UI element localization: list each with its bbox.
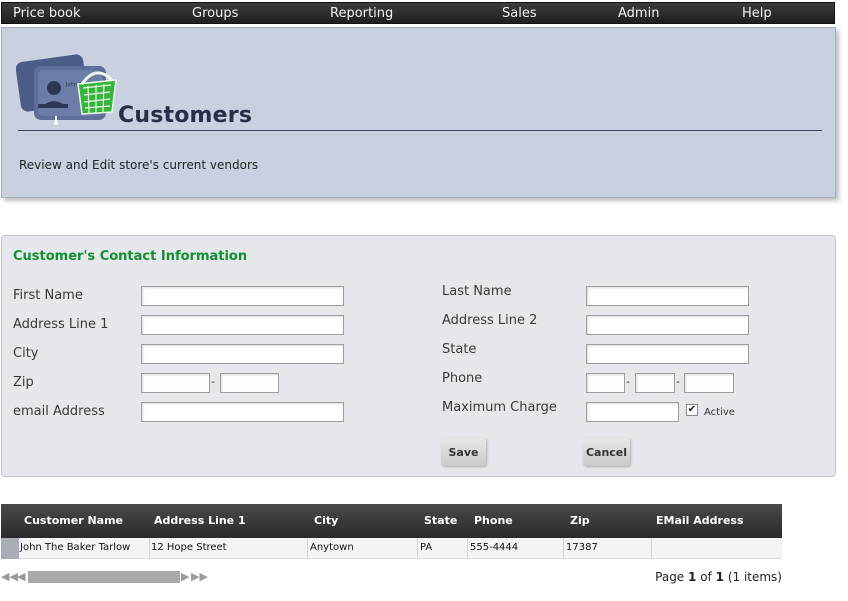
first-page-icon[interactable]: ◀◀ xyxy=(1,570,18,583)
cell-zip: 17387 xyxy=(566,542,598,553)
pager-status: Page 1 of 1 (1 items) xyxy=(655,570,782,584)
page-header-panel: John Smith Customers Review and Edit sto… xyxy=(1,27,836,198)
column-header-address-line-1[interactable]: Address Line 1 xyxy=(154,514,246,527)
next-page-icon[interactable]: ▶ xyxy=(181,570,189,583)
column-header-city[interactable]: City xyxy=(314,514,338,527)
phone-label: Phone xyxy=(442,371,483,386)
address-line-1-label: Address Line 1 xyxy=(13,317,109,332)
column-header-state[interactable]: State xyxy=(424,514,457,527)
address-line-2-field[interactable] xyxy=(586,315,749,335)
nav-item-price-book[interactable]: Price book xyxy=(13,6,81,21)
zip-label: Zip xyxy=(13,375,34,390)
address-line-2-label: Address Line 2 xyxy=(442,313,538,328)
nav-item-sales[interactable]: Sales xyxy=(502,6,537,21)
column-header-customer-name[interactable]: Customer Name xyxy=(24,514,123,527)
title-divider xyxy=(18,130,822,131)
cancel-button[interactable]: Cancel xyxy=(583,438,630,466)
phone-area-code-field[interactable] xyxy=(586,373,625,393)
phone-separator-2: - xyxy=(676,375,680,388)
table-row[interactable]: John The Baker Tarlow 12 Hope Street Any… xyxy=(1,538,782,559)
phone-prefix-field[interactable] xyxy=(635,373,675,393)
phone-line-field[interactable] xyxy=(684,373,734,393)
nav-item-reporting[interactable]: Reporting xyxy=(330,6,393,21)
cell-city: Anytown xyxy=(310,542,354,553)
page-subtitle: Review and Edit store's current vendors xyxy=(19,158,259,172)
form-heading: Customer's Contact Information xyxy=(13,249,248,264)
first-name-field[interactable] xyxy=(141,286,344,306)
cell-customer-name: John The Baker Tarlow xyxy=(20,542,131,553)
email-field[interactable] xyxy=(141,402,344,422)
save-button[interactable]: Save xyxy=(441,438,486,466)
state-field[interactable] xyxy=(586,344,749,364)
cell-address-line-1: 12 Hope Street xyxy=(151,542,227,553)
page-title: Customers xyxy=(118,103,253,128)
zip-field-part-1[interactable] xyxy=(141,373,210,393)
column-header-zip[interactable]: Zip xyxy=(570,514,590,527)
column-header-email-address[interactable]: EMail Address xyxy=(656,514,744,527)
maximum-charge-label: Maximum Charge xyxy=(442,400,557,415)
column-divider xyxy=(417,538,418,559)
active-checkbox-label: Active xyxy=(704,407,735,418)
last-name-label: Last Name xyxy=(442,284,512,299)
column-divider xyxy=(149,538,150,559)
column-header-phone[interactable]: Phone xyxy=(474,514,513,527)
address-line-1-field[interactable] xyxy=(141,315,344,335)
maximum-charge-field[interactable] xyxy=(586,402,679,422)
cell-phone: 555-4444 xyxy=(470,542,519,553)
cell-state: PA xyxy=(420,542,433,553)
row-selector[interactable] xyxy=(1,538,19,559)
customers-grid: Customer Name Address Line 1 City State … xyxy=(1,504,782,559)
active-checkbox[interactable]: ✔ xyxy=(686,404,698,416)
email-label: email Address xyxy=(13,404,105,419)
column-divider xyxy=(563,538,564,559)
city-field[interactable] xyxy=(141,344,344,364)
contact-form-panel: Customer's Contact Information First Nam… xyxy=(1,235,836,477)
nav-item-help[interactable]: Help xyxy=(742,6,772,21)
nav-item-groups[interactable]: Groups xyxy=(192,6,238,21)
phone-separator-1: - xyxy=(626,375,630,388)
grid-pager: ◀◀ ◀ ▶ ▶▶ Page 1 of 1 (1 items) xyxy=(1,568,782,586)
grid-header: Customer Name Address Line 1 City State … xyxy=(1,504,782,538)
zip-field-part-2[interactable] xyxy=(220,373,279,393)
first-name-label: First Name xyxy=(13,288,83,303)
zip-separator: - xyxy=(211,375,215,388)
pager-track xyxy=(28,571,180,583)
previous-page-icon[interactable]: ◀ xyxy=(17,570,25,583)
column-divider xyxy=(307,538,308,559)
nav-item-admin[interactable]: Admin xyxy=(618,6,659,21)
city-label: City xyxy=(13,346,39,361)
last-page-icon[interactable]: ▶▶ xyxy=(191,570,208,583)
last-name-field[interactable] xyxy=(586,286,749,306)
column-divider xyxy=(651,538,652,559)
column-divider xyxy=(467,538,468,559)
top-nav-bar: Price book Groups Reporting Sales Admin … xyxy=(1,2,835,24)
customers-icon: John Smith xyxy=(16,54,117,125)
state-label: State xyxy=(442,342,477,357)
